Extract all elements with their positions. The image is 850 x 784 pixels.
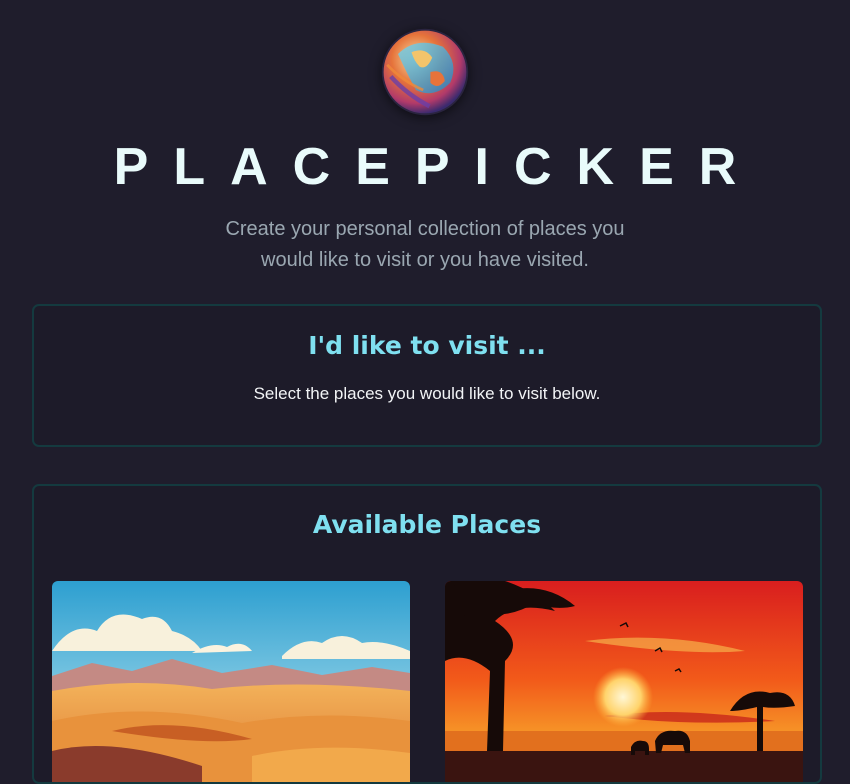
desert-dunes-illustration: [52, 581, 410, 782]
globe-logo-icon: [381, 28, 469, 116]
african-savanna-sunset-illustration: [445, 581, 803, 782]
selected-places-fallback-text: Select the places you would like to visi…: [253, 384, 601, 403]
available-places-panel: Available Places: [32, 484, 822, 784]
app-title: PLACEPICKER: [113, 138, 762, 196]
app-header: PLACEPICKER Create your personal collect…: [0, 0, 850, 276]
selected-places-panel: I'd like to visit ... Select the places …: [32, 304, 822, 447]
selected-places-title: I'd like to visit ...: [308, 331, 546, 360]
app-tagline: Create your personal collection of place…: [225, 218, 625, 271]
available-places-title: Available Places: [312, 510, 542, 539]
place-item-desert[interactable]: [52, 581, 410, 782]
place-item-savanna[interactable]: [445, 581, 803, 782]
